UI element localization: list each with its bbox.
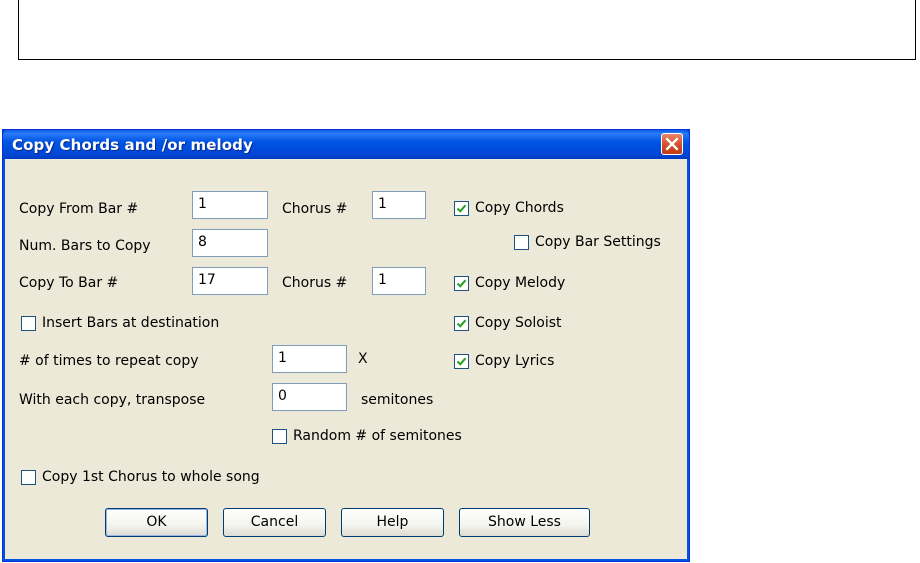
transpose-input[interactable]: 0	[272, 383, 347, 411]
checkmark-icon	[456, 204, 467, 213]
copy-bar-settings-label: Copy Bar Settings	[535, 234, 661, 250]
copy-lyrics-label: Copy Lyrics	[475, 353, 555, 369]
chorus-to-label: Chorus #	[282, 275, 348, 291]
copy-chords-checkbox[interactable]	[454, 201, 469, 216]
copy-bar-settings-checkbox[interactable]	[514, 235, 529, 250]
semitones-label: semitones	[361, 392, 434, 408]
insert-bars-checkbox[interactable]	[21, 316, 36, 331]
help-button[interactable]: Help	[341, 508, 444, 537]
copy-to-bar-label: Copy To Bar #	[19, 275, 119, 291]
repeat-suffix: X	[358, 351, 368, 367]
copy-soloist-label: Copy Soloist	[475, 315, 562, 331]
chorus-from-label: Chorus #	[282, 201, 348, 217]
checkmark-icon	[456, 319, 467, 328]
copy-first-chorus-label: Copy 1st Chorus to whole song	[42, 469, 260, 485]
title-bar: Copy Chords and /or melody	[3, 130, 689, 159]
close-button[interactable]	[661, 133, 683, 155]
copy-to-bar-input[interactable]: 17	[192, 267, 268, 295]
repeat-times-input[interactable]: 1	[272, 345, 347, 373]
top-empty-panel	[18, 0, 916, 60]
repeat-label: # of times to repeat copy	[19, 353, 199, 369]
copy-first-chorus-checkbox[interactable]	[21, 470, 36, 485]
copy-soloist-checkbox[interactable]	[454, 316, 469, 331]
copy-melody-label: Copy Melody	[475, 275, 566, 291]
num-bars-label: Num. Bars to Copy	[19, 238, 151, 254]
insert-bars-label: Insert Bars at destination	[42, 315, 220, 331]
ok-button[interactable]: OK	[105, 508, 208, 537]
random-semitones-checkbox[interactable]	[272, 429, 287, 444]
show-less-button[interactable]: Show Less	[459, 508, 590, 537]
dialog-body: Copy From Bar # 1 Chorus # 1 Num. Bars t…	[6, 159, 686, 558]
transpose-label: With each copy, transpose	[19, 392, 206, 408]
copy-chords-label: Copy Chords	[475, 200, 564, 216]
copy-lyrics-checkbox[interactable]	[454, 354, 469, 369]
copy-from-bar-label: Copy From Bar #	[19, 201, 139, 217]
checkmark-icon	[456, 357, 467, 366]
num-bars-input[interactable]: 8	[192, 229, 268, 257]
chorus-to-input[interactable]: 1	[372, 267, 426, 295]
copy-chords-dialog: Copy Chords and /or melody Copy From Bar…	[2, 129, 690, 562]
random-semitones-label: Random # of semitones	[293, 428, 462, 444]
copy-from-bar-input[interactable]: 1	[192, 191, 268, 219]
copy-melody-checkbox[interactable]	[454, 276, 469, 291]
close-icon	[665, 137, 679, 151]
cancel-button[interactable]: Cancel	[223, 508, 326, 537]
dialog-title: Copy Chords and /or melody	[12, 136, 253, 154]
chorus-from-input[interactable]: 1	[372, 191, 426, 219]
checkmark-icon	[456, 279, 467, 288]
